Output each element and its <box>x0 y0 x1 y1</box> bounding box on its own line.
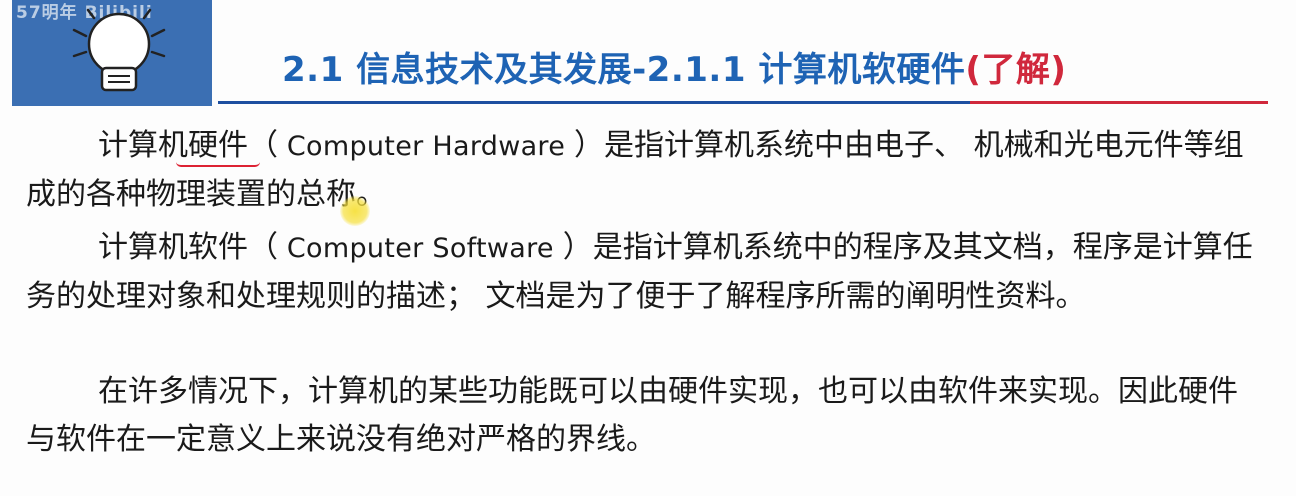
paragraph-software: 计算机软件（ Computer Software ）是指计算机系统中的程序及其文… <box>26 224 1266 321</box>
paragraph-boundary: 在许多情况下，计算机的某些功能既可以由硬件实现，也可以由软件来实现。因此硬件与软… <box>26 368 1266 464</box>
slide-title: 2.1 信息技术及其发展-2.1.1 计算机软硬件(了解) <box>282 42 1066 91</box>
annotation-underline <box>176 162 260 167</box>
title-rule-red <box>970 101 1268 104</box>
logo-tile: 57明年 Bilibili <box>12 0 212 106</box>
lightbulb-icon <box>72 8 166 92</box>
slide: 57明年 Bilibili 2.1 信息技术及其发展-2.1.1 计算机软硬件(… <box>0 0 1296 496</box>
p1-before: 计算机硬件（ <box>98 128 278 163</box>
p1-english-term: Computer Hardware <box>278 131 575 162</box>
pointer-highlight <box>340 196 370 226</box>
title-rule-blue <box>218 101 970 104</box>
title-main: 2.1 信息技术及其发展-2.1.1 计算机软硬件 <box>282 50 966 90</box>
p3-text: 在许多情况下，计算机的某些功能既可以由硬件实现，也可以由软件来实现。因此硬件与软… <box>26 374 1238 457</box>
p2-before: 计算机软件（ <box>98 230 278 265</box>
p2-english-term: Computer Software <box>278 233 563 264</box>
paragraph-hardware: 计算机硬件（ Computer Hardware ）是指计算机系统中由电子、 机… <box>26 122 1266 219</box>
title-hint: (了解) <box>965 50 1067 90</box>
